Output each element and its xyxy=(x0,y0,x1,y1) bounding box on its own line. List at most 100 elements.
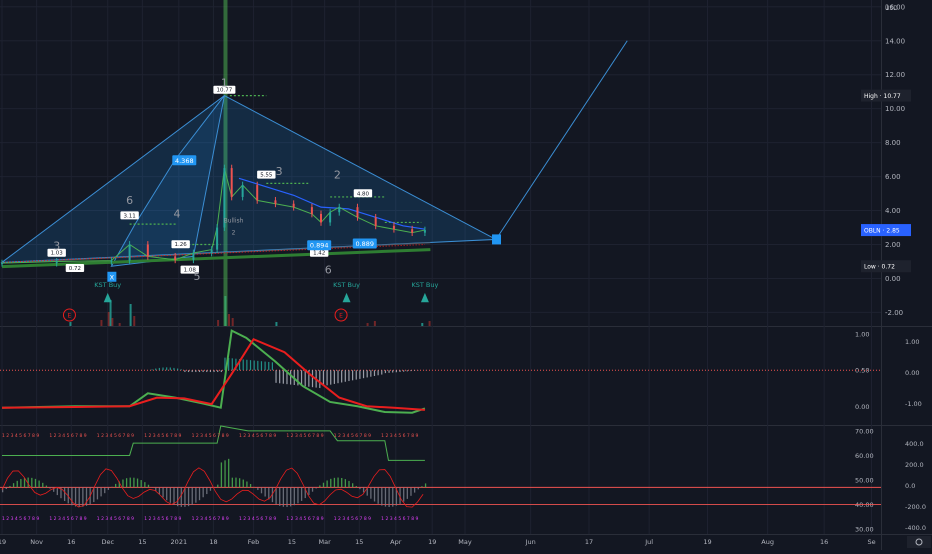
osc2-histogram-bar xyxy=(319,485,320,487)
volume-bar xyxy=(119,323,121,326)
osc1-histogram-bar xyxy=(341,370,342,382)
osc2-histogram-bar xyxy=(268,487,269,499)
x-tick-label: 19 xyxy=(428,538,436,546)
osc2-histogram-bar xyxy=(392,487,393,506)
candle-body xyxy=(274,200,276,203)
osc2-histogram-bar xyxy=(352,483,353,487)
candle-body xyxy=(174,256,176,259)
candle-body xyxy=(320,214,322,222)
osc2-histogram-bar xyxy=(283,487,284,506)
x-tick-label: 16 xyxy=(67,538,75,546)
osc1-histogram-bar xyxy=(254,361,255,371)
osc2-histogram-bar xyxy=(17,481,18,488)
osc1-histogram-bar xyxy=(257,361,258,370)
osc1-right-tick: 0.00 xyxy=(905,369,919,377)
osc2-histogram-bar xyxy=(239,478,240,487)
osc1-histogram-bar xyxy=(356,370,357,379)
osc2-histogram-bar xyxy=(388,487,389,507)
x-tick-label: Dec xyxy=(101,538,114,546)
x-tick-label: 15 xyxy=(355,538,363,546)
osc1-histogram-bar xyxy=(348,370,349,381)
candle-body xyxy=(110,261,112,262)
osc2-histogram-bar xyxy=(181,487,182,507)
osc2-count-row-bottom: 1 2 3 4 5 6 7 8 9 xyxy=(49,516,86,522)
osc2-histogram-bar xyxy=(38,481,39,488)
x-tick-label: Apr xyxy=(390,538,402,546)
osc1-histogram-bar xyxy=(374,370,375,376)
osc2-histogram-bar xyxy=(192,487,193,504)
swing-label: 0.72 xyxy=(69,266,81,272)
volume-bar xyxy=(228,314,230,326)
osc1-histogram-bar xyxy=(159,368,160,370)
osc1-left-tick: 0.00 xyxy=(855,403,869,411)
x-tick-label: 2021 xyxy=(171,538,188,546)
x-tick-label: 17 xyxy=(585,538,593,546)
osc2-histogram-bar xyxy=(206,487,207,494)
osc2-right-tick: -400.0 xyxy=(905,524,926,532)
candle-body xyxy=(242,185,244,197)
osc2-histogram-bar xyxy=(13,483,14,487)
signal-label: KST Buy xyxy=(411,281,438,289)
osc2-histogram-bar xyxy=(250,484,251,487)
osc1-histogram-bar xyxy=(232,358,233,370)
candle-body xyxy=(256,185,258,200)
osc2-histogram-bar xyxy=(141,480,142,487)
osc2-histogram-bar xyxy=(410,487,411,495)
osc2-histogram-bar xyxy=(49,487,50,488)
candle-body xyxy=(56,261,58,263)
candle-body xyxy=(311,207,313,214)
candle-body xyxy=(147,245,149,257)
osc2-histogram-bar xyxy=(111,487,112,488)
candle-body xyxy=(211,250,213,253)
volume-bar xyxy=(130,304,132,326)
osc2-count-row: 1 2 3 4 5 6 7 8 9 xyxy=(286,433,323,439)
osc1-histogram-bar xyxy=(170,367,171,370)
ratio-label: 0.889 xyxy=(355,240,374,248)
y-tick-label: 12.00 xyxy=(885,71,905,79)
osc2-left-tick: 70.00 xyxy=(855,427,874,435)
x-tick-label: 18 xyxy=(209,538,217,546)
y-tick-label: 10.00 xyxy=(885,105,905,113)
osc2-count-row: 1 2 3 4 5 6 7 8 9 xyxy=(49,433,86,439)
background xyxy=(0,0,932,550)
osc2-histogram-bar xyxy=(122,479,123,487)
osc1-histogram-bar xyxy=(272,362,273,370)
osc2-count-row-bottom: 1 2 3 4 5 6 7 8 9 xyxy=(144,516,181,522)
osc2-histogram-bar xyxy=(363,487,364,492)
osc2-count-row-bottom: 1 2 3 4 5 6 7 8 9 xyxy=(286,516,323,522)
volume-bar xyxy=(217,320,219,326)
osc1-histogram-bar xyxy=(319,370,320,388)
osc1-histogram-bar xyxy=(330,370,331,384)
osc2-histogram-bar xyxy=(9,486,10,487)
swing-label: 4.80 xyxy=(357,191,370,197)
point-d-box xyxy=(492,234,501,244)
osc1-histogram-bar xyxy=(392,370,393,372)
wave-label: 5 xyxy=(194,270,201,283)
osc1-histogram-bar xyxy=(203,370,204,372)
osc2-histogram-bar xyxy=(133,478,134,488)
chart-canvas[interactable]: 16.0014.0012.0010.008.006.004.002.000.00… xyxy=(0,0,932,550)
osc1-histogram-bar xyxy=(363,370,364,378)
candle-body xyxy=(216,228,218,250)
osc2-right-tick: -200.0 xyxy=(905,503,926,511)
x-tick-label: Jun xyxy=(525,538,536,546)
osc1-histogram-bar xyxy=(155,369,156,371)
osc2-histogram-bar xyxy=(148,485,149,488)
x-tick-label: Feb xyxy=(248,538,260,546)
osc1-right-tick: 1.00 xyxy=(905,338,919,346)
osc1-histogram-bar xyxy=(265,362,266,371)
osc1-histogram-bar xyxy=(279,370,280,383)
x-tick-label: 15 xyxy=(138,538,146,546)
osc2-histogram-bar xyxy=(341,478,342,487)
tradingview-chart[interactable]: 16.0014.0012.0010.008.006.004.002.000.00… xyxy=(0,0,932,550)
osc2-count-row: 1 2 3 4 5 6 7 8 9 xyxy=(2,433,39,439)
x-tick-label: 19 xyxy=(703,538,711,546)
wave-label: Bullish xyxy=(224,217,244,224)
osc1-histogram-bar xyxy=(261,361,262,370)
osc1-histogram-bar xyxy=(305,370,306,386)
osc2-count-row-bottom: 1 2 3 4 5 6 7 8 9 xyxy=(239,516,276,522)
osc2-histogram-bar xyxy=(286,487,287,507)
osc1-histogram-bar xyxy=(275,370,276,383)
osc1-histogram-bar xyxy=(290,370,291,384)
wave-label: 3 xyxy=(276,165,283,178)
